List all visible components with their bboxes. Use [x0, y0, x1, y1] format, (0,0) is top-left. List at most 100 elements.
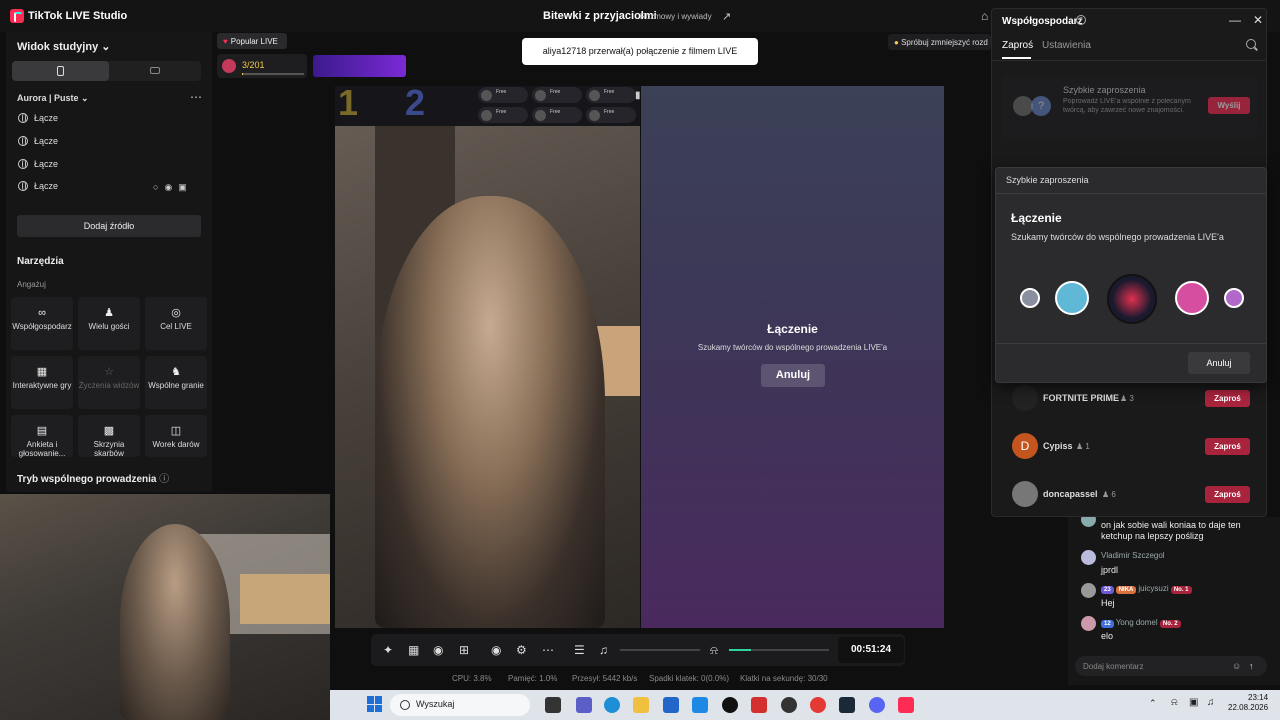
connecting-title: Łączenie — [767, 322, 818, 336]
app-icon[interactable] — [751, 697, 767, 713]
scene-view-dropdown[interactable]: Widok studyjny ⌄ — [17, 40, 110, 53]
microphone-icon[interactable]: ⍾ — [710, 643, 718, 658]
home-icon[interactable]: ⌂ — [981, 9, 988, 23]
clock[interactable]: 23:14 22.08.2026 — [1228, 693, 1268, 713]
chat-username-row[interactable]: 23 NIKA juicysuzi No. 1 — [1101, 584, 1194, 594]
tool-live-goal[interactable]: ◎ Cel LIVE — [145, 297, 207, 350]
guest-slot[interactable]: Free — [478, 87, 528, 103]
record-icon[interactable]: ◉ — [491, 643, 501, 657]
add-source-button[interactable]: Dodaj źródło — [17, 215, 201, 237]
chat-message: on jak sobie wali koniaa to daje ten ket… — [1101, 520, 1241, 541]
taskbar-search[interactable]: Wyszukaj — [390, 694, 530, 716]
cancel-connect-button[interactable]: Anuluj — [761, 364, 825, 387]
webcam-preview — [0, 494, 330, 720]
source-actions[interactable]: ○◉▣ — [153, 182, 193, 193]
task-view-icon[interactable] — [545, 697, 561, 713]
invite-button[interactable]: Zaproś — [1205, 438, 1250, 455]
app-icon[interactable] — [692, 697, 708, 713]
avatar — [1012, 481, 1038, 507]
tip-banner[interactable]: ● Spróbuj zmniejszyć rozd — [888, 34, 991, 50]
sliders-icon[interactable]: ☰ — [574, 643, 585, 657]
chest-icon: ▩ — [103, 425, 115, 437]
search-icon[interactable] — [1246, 39, 1256, 49]
help-icon[interactable]: ⓘ — [159, 474, 169, 485]
stream-category[interactable]: Rozmowy i wywiady — [640, 12, 712, 21]
app-icon[interactable] — [722, 697, 738, 713]
steam-icon[interactable] — [839, 697, 855, 713]
app-icon[interactable] — [781, 697, 797, 713]
more-options-icon[interactable]: ⋯ — [190, 90, 202, 104]
microphone-tray-icon[interactable]: ⍾ — [1171, 697, 1178, 708]
chat-username[interactable]: Vladimir Szczegol — [1101, 551, 1165, 560]
tool-gift-bag[interactable]: ◫ Worek darów — [145, 415, 207, 457]
guest-slot[interactable]: Free — [532, 87, 582, 103]
volume-slider[interactable] — [620, 649, 700, 651]
store-icon[interactable] — [663, 697, 679, 713]
guest-slot[interactable]: Free — [586, 87, 636, 103]
chat-message: elo — [1101, 631, 1114, 641]
magic-wand-icon[interactable]: ✦ — [383, 643, 393, 657]
lock-icon[interactable]: ▣ — [178, 182, 193, 192]
add-scene-icon[interactable]: ⊞ — [459, 643, 469, 657]
settings-icon[interactable]: ⚙ — [516, 643, 527, 657]
popular-live-badge[interactable]: Popular LIVE — [217, 33, 287, 49]
tool-multi-guest[interactable]: ♟ Wielu gości — [78, 297, 140, 350]
emoji-icon[interactable]: ☺ — [1232, 661, 1241, 671]
level-badge: 12 — [1101, 620, 1114, 628]
tab-invite[interactable]: Zaproś — [1002, 40, 1033, 51]
share-icon[interactable]: ↗ — [722, 10, 731, 23]
tool-cohost[interactable]: ∞ Współgospodarz — [11, 297, 73, 350]
creator-name[interactable]: Cypiss — [1043, 441, 1073, 451]
send-arrow-icon[interactable]: ↑ — [1249, 661, 1254, 671]
landscape-layout-button[interactable] — [109, 61, 201, 81]
settings-icon[interactable]: ○ — [153, 182, 164, 192]
close-icon[interactable]: ✕ — [1253, 13, 1263, 27]
opera-icon[interactable] — [810, 697, 826, 713]
tool-play-together[interactable]: ♞ Wspólne granie — [145, 356, 207, 409]
tool-treasure-chest[interactable]: ▩ Skrzynia skarbów — [78, 415, 140, 458]
discord-icon[interactable] — [869, 697, 885, 713]
source-item[interactable]: Łącze — [18, 113, 58, 129]
event-banner[interactable] — [313, 55, 406, 77]
tray-chevron-icon[interactable]: ⌃ — [1149, 698, 1157, 709]
invite-button[interactable]: Zaproś — [1205, 486, 1250, 503]
guest-slot[interactable]: Free — [532, 107, 582, 123]
volume-tray-icon[interactable]: ♫ — [1207, 697, 1215, 708]
creator-name[interactable]: FORTNITE PRIME — [1043, 393, 1119, 403]
tiktok-icon[interactable] — [898, 697, 914, 713]
windows-start-icon[interactable] — [367, 696, 383, 712]
scene-selector[interactable]: Aurora | Puste ⌄ — [17, 93, 89, 104]
source-item[interactable]: Łącze — [18, 181, 58, 197]
eye-icon[interactable]: ◉ — [164, 182, 178, 192]
globe-icon — [18, 136, 28, 146]
tool-interactive-games[interactable]: ▦ Interaktywne gry — [11, 356, 73, 409]
avatar: D — [1012, 433, 1038, 459]
more-icon[interactable]: ⋯ — [542, 643, 554, 657]
guest-slot[interactable]: Free — [586, 107, 636, 123]
file-explorer-icon[interactable] — [633, 697, 649, 713]
mic-slider[interactable] — [729, 649, 829, 651]
popup-cancel-button[interactable]: Anuluj — [1188, 352, 1250, 374]
source-item[interactable]: Łącze — [18, 159, 58, 175]
minimize-icon[interactable]: — — [1229, 13, 1241, 27]
speaker-icon[interactable]: ♫ — [599, 643, 608, 657]
source-item[interactable]: Łącze — [18, 136, 58, 152]
portrait-layout-button[interactable] — [12, 61, 109, 81]
edge-icon[interactable] — [604, 697, 620, 713]
teams-icon[interactable] — [576, 697, 592, 713]
guest-slot[interactable]: Free — [478, 107, 528, 123]
tool-viewer-wishes[interactable]: ☆ Życzenia widzów — [78, 356, 140, 409]
tool-label: Ankieta i głosowanie... — [18, 440, 66, 458]
creator-name[interactable]: doncapassel — [1043, 489, 1098, 499]
send-invite-button[interactable]: Wyślij — [1208, 97, 1250, 114]
tool-poll[interactable]: ▤ Ankieta i głosowanie... — [11, 415, 73, 458]
invite-button[interactable]: Zaproś — [1205, 390, 1250, 407]
help-icon[interactable]: ? — [1076, 15, 1086, 25]
chat-username-row[interactable]: 12 Yong domel No. 2 — [1101, 618, 1183, 628]
camera-icon[interactable]: ◉ — [433, 643, 443, 657]
screen-capture-icon[interactable]: ▦ — [408, 643, 419, 657]
tab-settings[interactable]: Ustawienia — [1042, 40, 1091, 51]
layout-toggle — [12, 61, 201, 81]
tool-label: Wielu gości — [88, 322, 130, 331]
network-icon[interactable]: ▣ — [1189, 697, 1198, 708]
